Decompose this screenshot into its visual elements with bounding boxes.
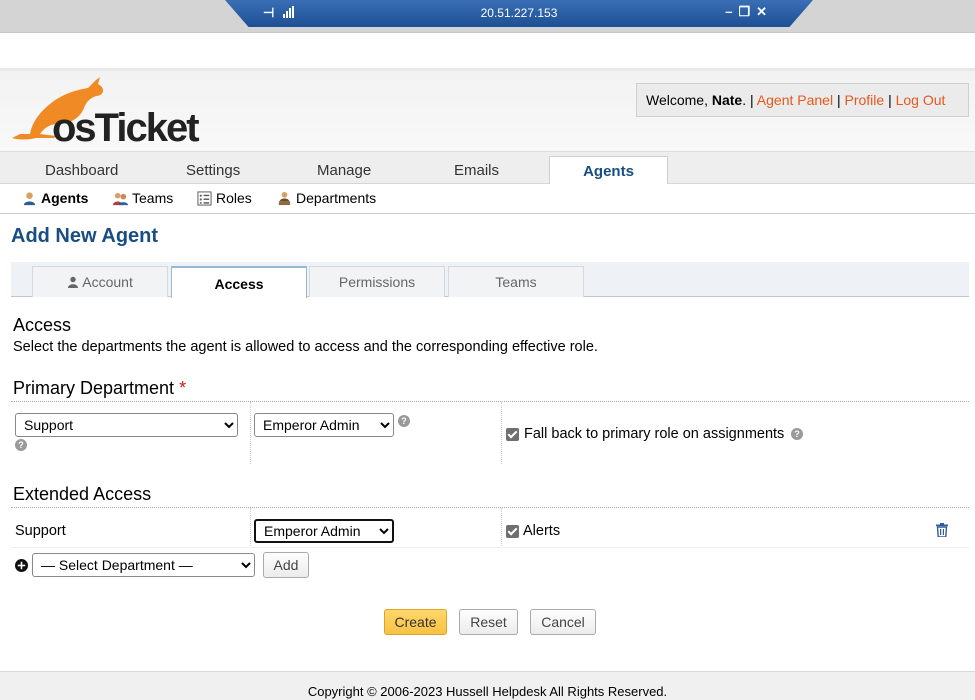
logo[interactable]: osTicket <box>10 76 220 151</box>
minimize-icon[interactable]: – <box>725 4 738 19</box>
extended-access-title: Extended Access <box>13 484 152 504</box>
alerts-checkbox[interactable] <box>506 525 519 538</box>
create-button[interactable]: Create <box>384 609 447 635</box>
tab-access[interactable]: Access <box>171 266 307 298</box>
page-title: Add New Agent <box>11 225 159 247</box>
add-button[interactable]: Add <box>263 552 309 578</box>
access-description: Select the departments the agent is allo… <box>13 339 598 355</box>
user-icon <box>68 276 79 288</box>
help-icon[interactable]: ? <box>398 415 410 427</box>
primary-department-title: Primary Department * <box>13 378 187 398</box>
primary-role-select[interactable]: Emperor Admin <box>254 413 394 437</box>
window-controls[interactable]: –❐✕ <box>725 4 773 20</box>
sub-nav: Agents Teams Roles Departments <box>0 184 975 214</box>
restore-icon[interactable]: ❐ <box>738 4 756 19</box>
fallback-label: Fall back to primary role on assignments <box>524 426 785 442</box>
roles-icon <box>197 190 212 206</box>
teams-icon <box>113 192 128 205</box>
subnav-departments[interactable]: Departments <box>277 190 376 206</box>
extended-department-name: Support <box>15 523 66 539</box>
remote-desktop-bar: ⊣ 20.51.227.153 –❐✕ <box>225 0 813 27</box>
close-icon[interactable]: ✕ <box>756 4 773 19</box>
reset-button[interactable]: Reset <box>459 609 518 635</box>
extended-rule <box>11 507 969 508</box>
add-circle-icon <box>15 559 28 572</box>
main-nav: Dashboard Settings Manage Emails Agents <box>0 151 975 186</box>
tab-emails[interactable]: Emails <box>454 162 499 179</box>
welcome-box: Welcome, Nate. | Agent Panel | Profile |… <box>636 83 969 117</box>
department-icon <box>278 191 291 205</box>
tab-manage[interactable]: Manage <box>317 162 371 179</box>
tab-agents[interactable]: Agents <box>549 156 668 186</box>
tab-teams[interactable]: Teams <box>448 266 584 297</box>
tab-dashboard[interactable]: Dashboard <box>45 162 118 179</box>
help-icon[interactable]: ? <box>15 439 27 451</box>
logo-text: osTicket <box>52 106 200 150</box>
subnav-teams[interactable]: Teams <box>113 190 173 206</box>
cancel-button[interactable]: Cancel <box>530 609 596 635</box>
subnav-agents[interactable]: Agents <box>22 190 88 206</box>
fallback-checkbox[interactable] <box>506 428 519 441</box>
access-title: Access <box>13 315 72 335</box>
primary-rule <box>11 401 969 402</box>
alerts-label: Alerts <box>523 523 561 539</box>
tab-settings[interactable]: Settings <box>186 162 240 179</box>
user-name: Nate <box>711 92 743 108</box>
trash-icon[interactable] <box>936 523 948 537</box>
subnav-roles[interactable]: Roles <box>197 190 252 206</box>
select-department[interactable]: — Select Department — <box>32 553 255 577</box>
logout-link[interactable]: Log Out <box>896 92 946 108</box>
site-header: osTicket Welcome, Nate. | Agent Panel | … <box>0 71 975 151</box>
agent-panel-link[interactable]: Agent Panel <box>757 92 833 108</box>
profile-link[interactable]: Profile <box>845 92 885 108</box>
copyright: Copyright © 2006-2023 Hussell Helpdesk A… <box>307 684 668 699</box>
primary-department-select[interactable]: Support <box>15 413 238 437</box>
required-mark: * <box>179 378 187 398</box>
footer: Copyright © 2006-2023 Hussell Helpdesk A… <box>0 671 975 700</box>
tab-account[interactable]: Account <box>32 266 168 297</box>
help-icon[interactable]: ? <box>791 428 803 440</box>
browser-strip <box>0 33 975 71</box>
tab-permissions[interactable]: Permissions <box>309 266 445 297</box>
extended-role-select[interactable]: Emperor Admin <box>254 519 394 543</box>
agent-icon <box>23 191 36 205</box>
form-tabs: Account Access Permissions Teams <box>11 262 969 298</box>
